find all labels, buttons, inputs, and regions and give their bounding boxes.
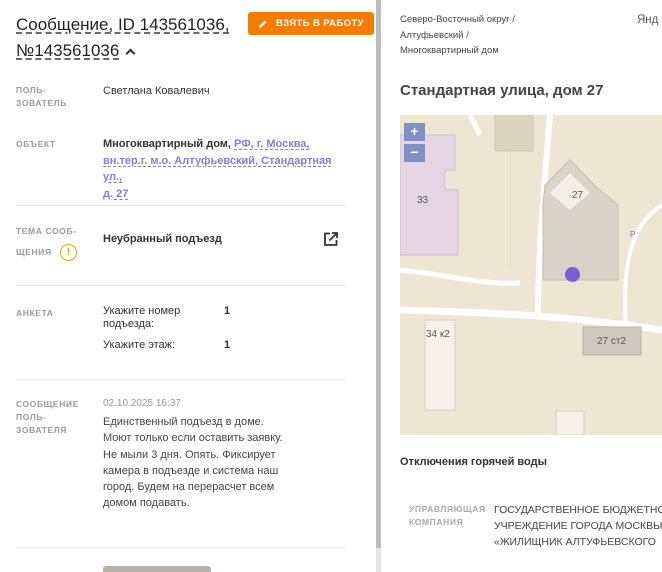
divider	[16, 285, 345, 286]
user-message-label: СООБЩЕНИЕ ПОЛЬ- ЗОВАТЕЛЯ	[16, 399, 79, 435]
management-company-label: УПРАВЛЯЮЩАЯ КОМПАНИЯ	[409, 504, 486, 527]
divider	[16, 547, 345, 548]
chevron-up-icon[interactable]	[125, 48, 136, 59]
warning-icon: !	[60, 244, 77, 261]
message-panel: Сообщение, ID 143561036, №143561036 ВЗЯТ…	[0, 0, 376, 572]
user-label: ПОЛЬ- ЗОВАТЕЛЬ	[16, 85, 67, 108]
zoom-out-button[interactable]: −	[404, 144, 425, 162]
topic-value: Неубранный подъезд	[103, 233, 222, 245]
building-number-27s2: 27 ст2	[597, 336, 627, 347]
attachment-thumbnail[interactable]	[103, 566, 211, 572]
building-number-34k2: 34 к2	[426, 329, 450, 340]
survey-label: АНКЕТА	[16, 308, 54, 318]
location-marker-icon[interactable]	[565, 267, 580, 282]
survey-question-floor: Укажите этаж:	[103, 339, 176, 351]
location-panel: Северо-Восточный округ / Алтуфьевский / …	[381, 0, 662, 572]
take-to-work-label: ВЗЯТЬ В РАБОТУ	[276, 18, 364, 29]
address-title: Стандартная улица, дом 27	[400, 82, 604, 99]
map-canvas	[400, 115, 662, 435]
breadcrumb: Северо-Восточный округ / Алтуфьевский / …	[400, 14, 515, 56]
management-company-value: ГОСУДАРСТВЕННОЕ БЮДЖЕТНО УЧРЕЖДЕНИЕ ГОРО…	[494, 504, 662, 548]
building-number-27: 27	[572, 190, 584, 201]
pencil-icon	[259, 20, 267, 28]
survey-question-entrance: Укажите номер подъезда:	[103, 305, 181, 330]
object-value: Многоквартирный дом, РФ, г. Москва, вн.те…	[103, 138, 332, 200]
building-number-33: 33	[417, 195, 429, 206]
divider	[16, 205, 345, 206]
yandex-label: Янд	[637, 14, 659, 26]
message-text: Единственный подъезд в доме. Моют только…	[103, 416, 283, 510]
parking-icon: Р	[630, 230, 636, 239]
survey-answer-floor: 1	[224, 339, 231, 351]
message-title-line1: Сообщение, ID 143561036,	[16, 15, 230, 34]
user-value: Светлана Ковалевич	[103, 85, 210, 97]
map[interactable]: 33 27 34 к2 27 ст2 Р + −	[400, 115, 662, 435]
message-date: 02.10.2025 16:37	[103, 398, 181, 409]
hot-water-outage-title: Отключения горячей воды	[400, 456, 547, 468]
object-label: ОБЪЕКТ	[16, 139, 56, 149]
zoom-in-button[interactable]: +	[404, 123, 425, 141]
take-to-work-button[interactable]: ВЗЯТЬ В РАБОТУ	[248, 12, 374, 35]
divider	[16, 379, 345, 380]
message-title-line2: №143561036	[16, 41, 120, 60]
message-title[interactable]: Сообщение, ID 143561036, №143561036	[16, 12, 236, 64]
survey-answer-entrance: 1	[224, 305, 231, 317]
open-external-icon[interactable]	[322, 231, 339, 248]
